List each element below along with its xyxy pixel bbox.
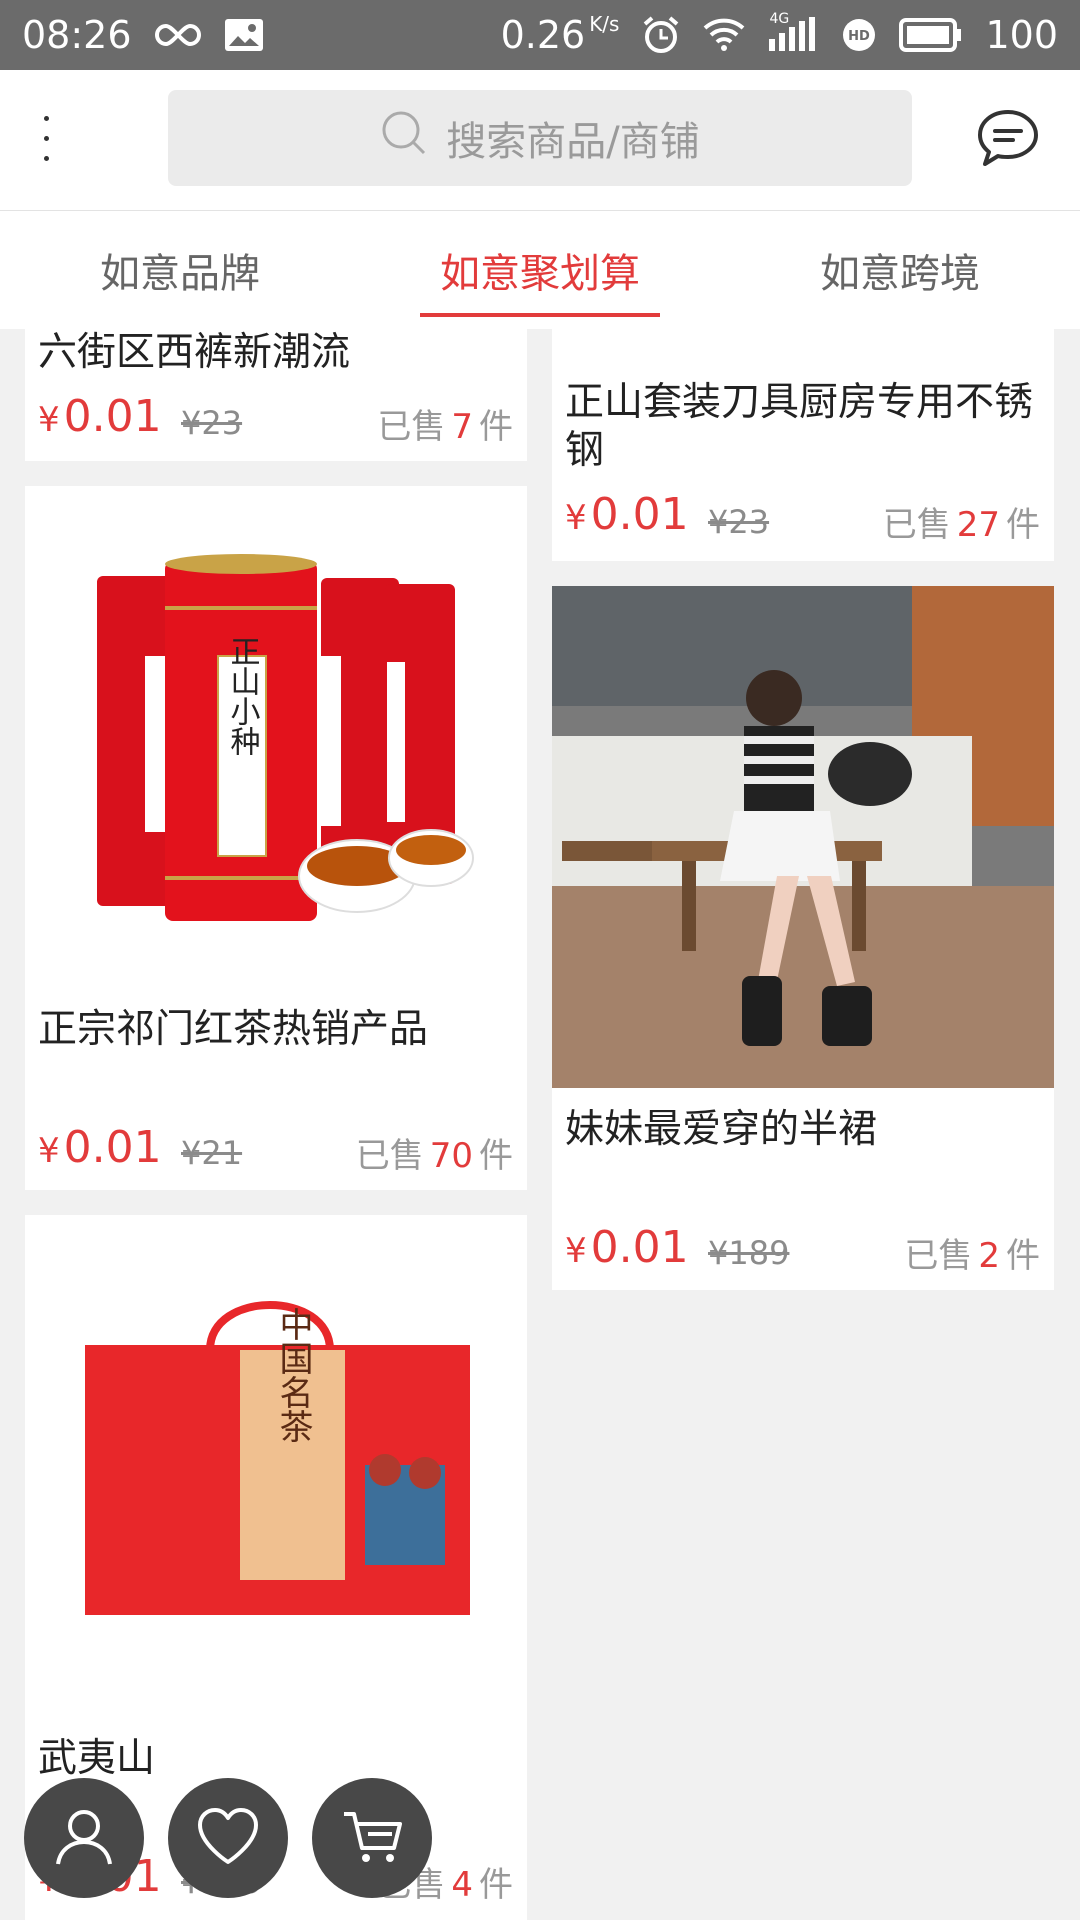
sold-count: 已售 2 件 xyxy=(904,1236,1040,1276)
image-icon xyxy=(224,18,264,52)
signal-icon: 4G xyxy=(767,11,819,53)
tab-group-deals[interactable]: 如意聚划算 xyxy=(420,211,660,329)
profile-button[interactable] xyxy=(24,1778,144,1898)
sold-count: 已售 27 件 xyxy=(882,505,1040,545)
active-tab-indicator xyxy=(420,313,660,317)
sold-count: 已售 7 件 xyxy=(377,407,513,447)
user-icon xyxy=(52,1804,116,1872)
tea-can-label: 正山小种 xyxy=(225,636,261,756)
search-placeholder: 搜索商品/商铺 xyxy=(446,119,700,165)
product-title: 正宗祁门红茶热销产品 xyxy=(38,1007,429,1052)
product-card[interactable]: 正山小种 正宗祁门红茶热销产品 ¥0.01 ¥21 已售 70 件 xyxy=(25,486,527,1190)
heart-icon xyxy=(196,1806,260,1870)
sold-count: 已售 70 件 xyxy=(355,1136,513,1176)
battery-level: 100 xyxy=(985,13,1058,57)
tab-label: 如意跨境 xyxy=(820,251,980,297)
svg-text:HD: HD xyxy=(849,29,871,44)
product-title: 六街区西裤新潮流 xyxy=(38,330,351,375)
product-title: 正山套装刀具厨房专用不锈钢 xyxy=(565,380,1034,473)
alarm-icon xyxy=(641,15,681,55)
cart-button[interactable] xyxy=(312,1778,432,1898)
product-price: ¥0.01 xyxy=(565,1222,689,1273)
product-price: ¥0.01 xyxy=(565,489,689,540)
product-price: ¥0.01 xyxy=(38,1122,162,1173)
product-image: 正山小种 xyxy=(25,486,527,956)
product-image: 中国名茶 xyxy=(25,1215,527,1685)
tab-cross-border[interactable]: 如意跨境 xyxy=(780,211,1020,329)
network-type: 4G xyxy=(769,11,790,27)
product-card[interactable]: 六街区西裤新潮流 ¥0.01 ¥23 已售 7 件 xyxy=(25,329,527,461)
product-card[interactable]: 妹妹最爱穿的半裙 ¥0.01 ¥189 已售 2 件 xyxy=(552,586,1054,1290)
product-image xyxy=(552,586,1054,1088)
original-price: ¥189 xyxy=(708,1234,790,1272)
tab-label: 如意聚划算 xyxy=(440,251,640,297)
network-speed: 0.26 K/s xyxy=(500,12,620,57)
infinity-icon xyxy=(154,22,202,48)
search-bar[interactable]: 搜索商品/商铺 xyxy=(168,90,912,186)
favorites-button[interactable] xyxy=(168,1778,288,1898)
product-title: 武夷山 xyxy=(38,1736,156,1781)
tab-label: 如意品牌 xyxy=(100,251,260,297)
original-price: ¥23 xyxy=(708,503,770,541)
app-header: 搜索商品/商铺 xyxy=(0,70,1080,211)
status-bar: 08:26 0.26 K/s 4G HD 100 xyxy=(0,0,1080,70)
original-price: ¥21 xyxy=(181,1134,243,1172)
search-icon xyxy=(380,109,428,167)
gift-box-label: 中国名茶 xyxy=(273,1307,313,1443)
message-icon[interactable] xyxy=(976,108,1040,168)
product-title: 妹妹最爱穿的半裙 xyxy=(565,1107,878,1152)
battery-icon xyxy=(899,18,963,52)
menu-icon[interactable] xyxy=(44,115,100,163)
tab-brand[interactable]: 如意品牌 xyxy=(60,211,300,329)
category-tabs: 如意品牌 如意聚划算 如意跨境 xyxy=(0,211,1080,329)
product-price: ¥0.01 xyxy=(38,391,162,442)
wifi-icon xyxy=(703,18,745,52)
clock: 08:26 xyxy=(22,13,132,57)
product-card[interactable]: 正山套装刀具厨房专用不锈钢 ¥0.01 ¥23 已售 27 件 xyxy=(552,329,1054,561)
original-price: ¥23 xyxy=(181,404,243,442)
cart-icon xyxy=(340,1806,404,1870)
hd-icon: HD xyxy=(841,17,877,53)
